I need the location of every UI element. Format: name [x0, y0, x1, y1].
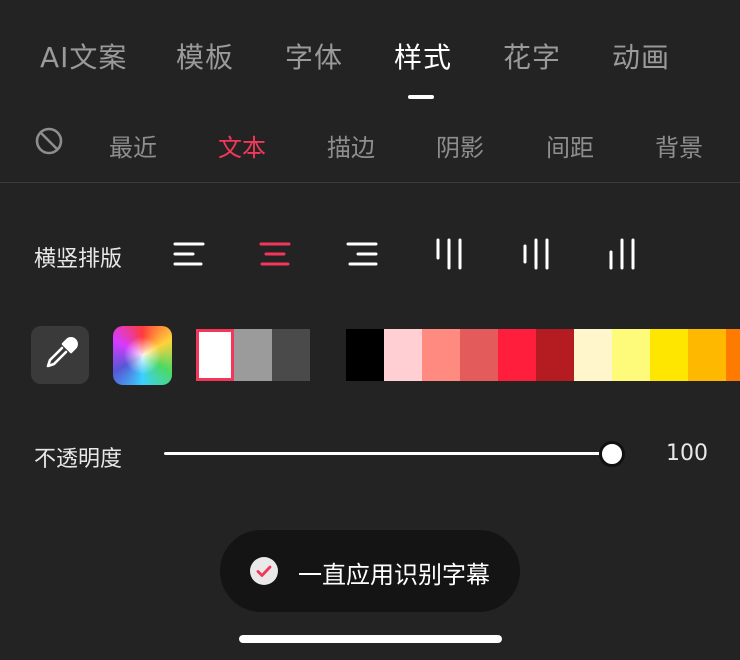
opacity-slider-handle[interactable] [599, 441, 625, 467]
color-swatch[interactable] [196, 329, 234, 381]
color-swatch[interactable] [422, 329, 460, 381]
opacity-slider-track[interactable] [164, 452, 612, 455]
color-swatch[interactable] [726, 329, 740, 381]
tab-ai-copy[interactable]: AI文案 [40, 36, 127, 76]
active-tab-indicator [408, 95, 434, 99]
color-swatch[interactable] [612, 329, 650, 381]
subtab-background[interactable]: 背景 [655, 128, 703, 163]
color-swatch[interactable] [272, 329, 310, 381]
eyedropper-button[interactable] [31, 326, 89, 384]
opacity-value: 100 [666, 441, 708, 466]
apply-recognized-subtitles-toggle[interactable]: 一直应用识别字幕 [220, 530, 520, 612]
vertical-top-icon[interactable] [427, 232, 471, 276]
home-indicator [239, 635, 502, 643]
color-wheel-button[interactable] [113, 326, 172, 385]
apply-subtitles-label: 一直应用识别字幕 [298, 561, 490, 589]
align-center-icon[interactable] [253, 232, 297, 276]
subtab-spacing[interactable]: 间距 [546, 128, 594, 163]
subtab-stroke[interactable]: 描边 [327, 128, 375, 163]
opacity-label: 不透明度 [34, 447, 123, 472]
tab-template[interactable]: 模板 [176, 36, 234, 76]
color-swatch[interactable] [498, 329, 536, 381]
color-swatch[interactable] [650, 329, 688, 381]
subtab-shadow[interactable]: 阴影 [436, 128, 484, 163]
tab-fancy-text[interactable]: 花字 [503, 36, 561, 76]
tab-animation[interactable]: 动画 [612, 36, 670, 76]
vertical-bottom-icon[interactable] [600, 232, 644, 276]
color-swatch[interactable] [384, 329, 422, 381]
layout-label: 横竖排版 [34, 247, 123, 272]
tab-font[interactable]: 字体 [285, 36, 343, 76]
color-swatch[interactable] [574, 329, 612, 381]
color-swatch[interactable] [460, 329, 498, 381]
eyedropper-icon [46, 337, 78, 368]
subtab-recent[interactable]: 最近 [109, 128, 157, 163]
swatch-group-basic [196, 329, 310, 381]
swatch-group-colors [346, 329, 740, 381]
tab-style[interactable]: 样式 [394, 36, 452, 76]
vertical-center-icon[interactable] [514, 232, 558, 276]
color-swatch[interactable] [536, 329, 574, 381]
align-left-icon[interactable] [167, 232, 211, 276]
divider [0, 182, 740, 183]
color-swatch[interactable] [234, 329, 272, 381]
subtab-text[interactable]: 文本 [218, 128, 266, 163]
sub-tab-bar: 最近 文本 描边 阴影 间距 背景 [0, 110, 740, 182]
checkmark-icon [250, 557, 278, 585]
align-right-icon[interactable] [340, 232, 384, 276]
color-swatch[interactable] [688, 329, 726, 381]
top-tab-bar: AI文案 模板 字体 样式 花字 动画 [0, 0, 740, 110]
color-swatch[interactable] [346, 329, 384, 381]
